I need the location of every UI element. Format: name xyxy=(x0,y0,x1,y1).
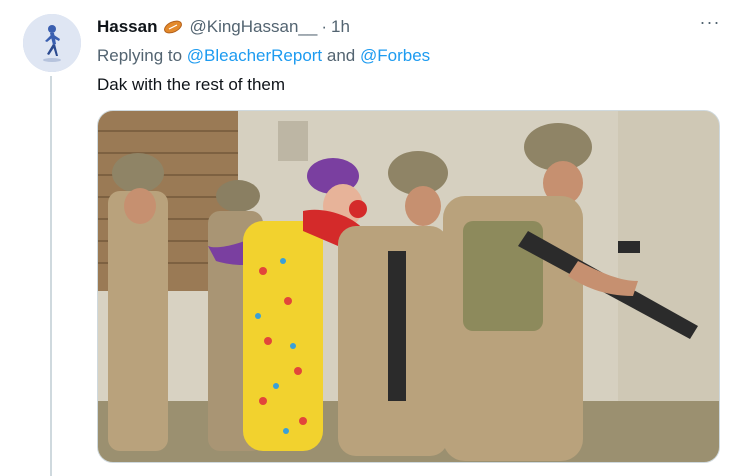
avatar-runner-icon xyxy=(23,14,81,72)
mention-bleacherreport[interactable]: @BleacherReport xyxy=(187,46,322,65)
avatar[interactable] xyxy=(23,14,81,72)
football-icon xyxy=(162,19,184,35)
user-handle[interactable]: @KingHassan__ xyxy=(189,17,317,37)
thread-line xyxy=(50,76,52,476)
timestamp[interactable]: 1h xyxy=(331,17,350,37)
replying-prefix: Replying to xyxy=(97,46,187,65)
replying-to: Replying to @BleacherReport and @Forbes xyxy=(97,46,430,66)
tweet-media-photo[interactable] xyxy=(97,110,720,463)
mention-forbes[interactable]: @Forbes xyxy=(360,46,430,65)
replying-conjunction: and xyxy=(322,46,360,65)
photo-soldiers-and-clown xyxy=(98,111,719,462)
dot-separator: · xyxy=(321,17,327,36)
display-name[interactable]: Hassan xyxy=(97,17,157,37)
tweet-header: Hassan @KingHassan__ · 1h xyxy=(97,16,350,38)
more-horizontal-icon[interactable]: ··· xyxy=(697,13,723,36)
tweet-text: Dak with the rest of them xyxy=(97,75,286,94)
